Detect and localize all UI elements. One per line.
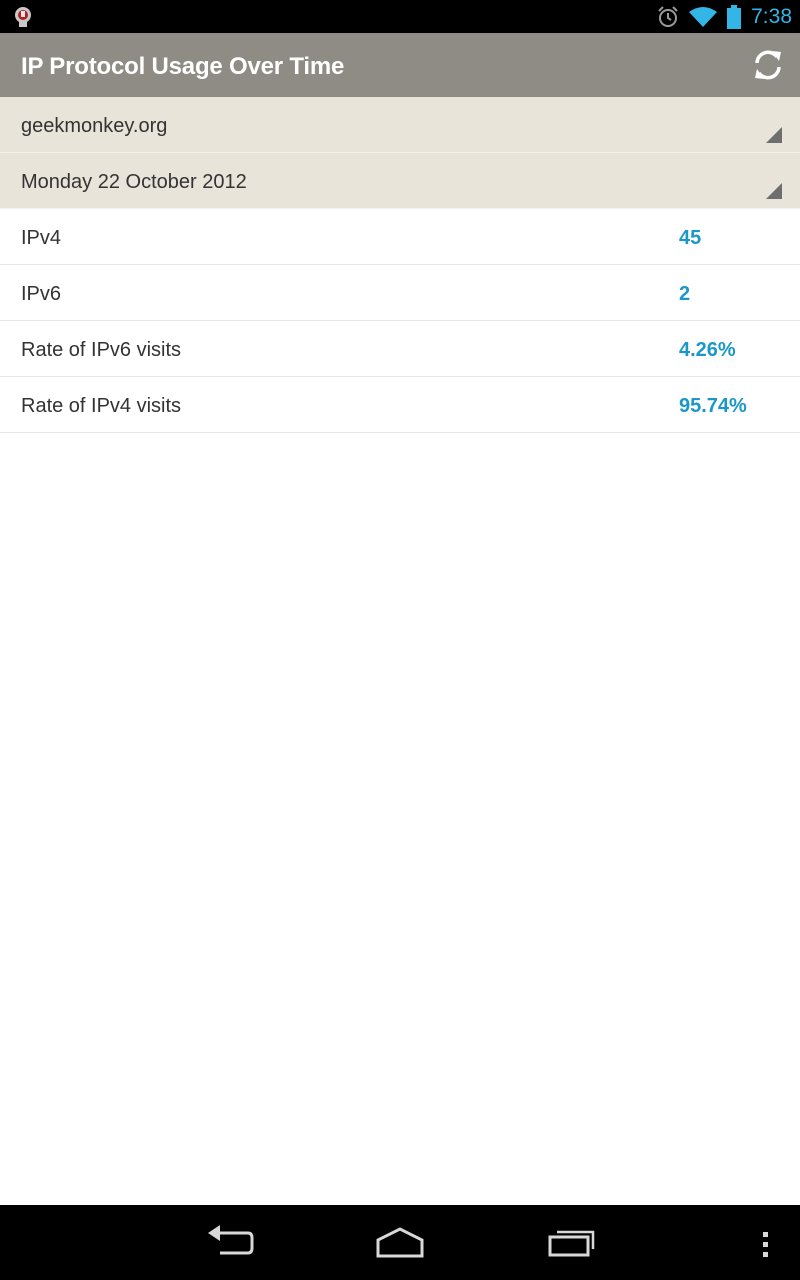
stat-value: 4.26% [679, 339, 736, 361]
stat-value: 45 [679, 227, 702, 249]
status-time: 7:38 [751, 4, 792, 28]
page-title: IP Protocol Usage Over Time [21, 53, 345, 80]
dropdown-triangle-icon [766, 183, 782, 199]
dropdown-triangle-icon [766, 127, 782, 143]
stat-label: IPv6 [21, 283, 62, 305]
recent-apps-icon [548, 1230, 595, 1257]
date-spinner-value: Monday 22 October 2012 [21, 171, 247, 193]
overflow-menu-button[interactable] [755, 1223, 775, 1268]
stat-value: 2 [679, 283, 691, 305]
overflow-menu-icon [763, 1232, 768, 1257]
stat-row-ipv4-rate: Rate of IPv4 visits 95.74% [0, 377, 800, 433]
battery-icon [727, 4, 742, 29]
refresh-button[interactable] [750, 47, 786, 83]
stat-value: 95.74% [679, 395, 747, 417]
back-icon [208, 1225, 254, 1255]
action-bar: IP Protocol Usage Over Time [0, 33, 800, 97]
alarm-icon [658, 5, 678, 27]
stat-label: Rate of IPv4 visits [21, 395, 182, 417]
home-icon [376, 1227, 424, 1258]
stat-row-ipv6-rate: Rate of IPv6 visits 4.26% [0, 321, 800, 377]
app-notification-icon [15, 7, 31, 27]
refresh-icon [755, 50, 781, 80]
stat-label: Rate of IPv6 visits [21, 339, 182, 361]
site-spinner-value: geekmonkey.org [21, 115, 168, 137]
stat-label: IPv4 [21, 227, 62, 249]
stat-row-ipv6: IPv6 2 [0, 265, 800, 321]
wifi-icon [689, 6, 718, 27]
status-bar: 7:38 [0, 0, 800, 33]
site-spinner[interactable]: geekmonkey.org [0, 97, 800, 153]
stat-row-ipv4: IPv4 45 [0, 209, 800, 265]
navigation-bar [0, 1205, 800, 1280]
recent-apps-button[interactable] [547, 1223, 597, 1268]
date-spinner[interactable]: Monday 22 October 2012 [0, 153, 800, 209]
back-button[interactable] [204, 1223, 254, 1268]
home-button[interactable] [375, 1223, 425, 1268]
